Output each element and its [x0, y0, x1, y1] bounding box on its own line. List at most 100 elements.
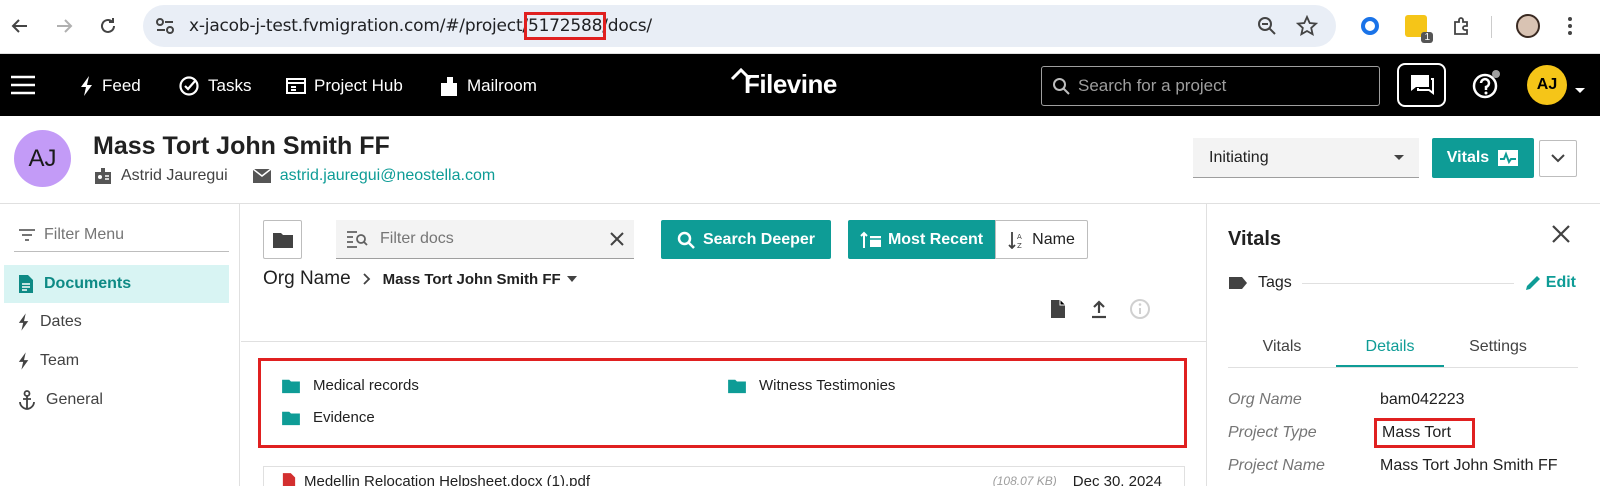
browser-toolbar: x-jacob-j-test.fvmigration.com/#/project… [0, 0, 1600, 54]
sort-most-recent-button[interactable]: Most Recent [848, 220, 995, 259]
filter-icon [19, 228, 35, 241]
address-bar[interactable]: x-jacob-j-test.fvmigration.com/#/project… [143, 5, 1336, 47]
site-settings-icon[interactable] [155, 17, 175, 35]
folder-icon [282, 411, 300, 425]
extension-badge-count: 1 [1421, 32, 1433, 43]
upload-button[interactable] [1086, 296, 1112, 322]
tab-settings[interactable]: Settings [1444, 332, 1552, 367]
project-search-input[interactable]: Search for a project [1041, 66, 1380, 106]
breadcrumb: Org Name Mass Tort John Smith FF [263, 268, 577, 290]
pencil-icon [1525, 276, 1540, 290]
url-text: x-jacob-j-test.fvmigration.com/#/project… [189, 12, 652, 40]
reload-button[interactable] [94, 12, 122, 40]
edit-tags-button[interactable]: Edit [1524, 274, 1576, 292]
new-document-button[interactable] [1045, 296, 1071, 322]
back-button[interactable] [6, 12, 34, 40]
bolt-icon [18, 313, 29, 331]
project-meta: Astrid Jauregui astrid.jauregui@neostell… [93, 166, 495, 186]
project-search-placeholder: Search for a project [1078, 76, 1227, 95]
detail-label: Project Type [1228, 424, 1317, 441]
folder-icon [282, 379, 300, 393]
search-icon [1053, 78, 1070, 95]
filter-search-icon [347, 231, 368, 248]
detail-value[interactable]: Mass Tort John Smith FF [1380, 457, 1558, 475]
tag-icon [1229, 277, 1247, 289]
close-vitals-button[interactable] [1547, 220, 1575, 248]
nav-project-hub[interactable]: Project Hub [286, 74, 403, 98]
chevron-down-icon [1551, 154, 1565, 163]
project-header: AJ Mass Tort John Smith FF Astrid Jaureg… [0, 116, 1600, 204]
folder-medical-records[interactable]: Medical records [281, 377, 419, 394]
sidebar-item-label: Documents [44, 275, 132, 292]
profile-avatar[interactable] [1514, 12, 1542, 40]
filter-menu-input[interactable]: Filter Menu [14, 218, 229, 252]
search-deeper-button[interactable]: Search Deeper [661, 220, 831, 259]
browser-menu-icon[interactable] [1556, 12, 1584, 40]
info-button[interactable] [1127, 296, 1153, 322]
filter-docs-placeholder: Filter docs [380, 230, 454, 247]
forward-button[interactable] [50, 12, 78, 40]
tab-vitals[interactable]: Vitals [1228, 332, 1336, 367]
folder-evidence[interactable]: Evidence [281, 409, 375, 426]
tags-label: Tags [1258, 274, 1292, 291]
vitals-button[interactable]: Vitals [1432, 138, 1534, 178]
svg-text:A: A [1017, 233, 1022, 241]
puzzle-icon[interactable] [1447, 12, 1475, 40]
docs-divider [241, 341, 1206, 342]
user-menu-chevron-icon[interactable] [1574, 82, 1586, 100]
project-email-link[interactable]: astrid.jauregui@neostella.com [280, 167, 495, 185]
detail-value[interactable]: bam042223 [1380, 391, 1465, 409]
sort-name-button[interactable]: AZ Name [995, 220, 1088, 259]
anchor-icon [19, 390, 35, 410]
clear-icon[interactable] [610, 232, 624, 246]
extension-badge-icon[interactable]: 1 [1402, 12, 1433, 43]
sort-name-label: Name [1032, 230, 1075, 248]
document-icon [19, 275, 33, 293]
folder-icon [728, 379, 746, 393]
extension-circle-icon[interactable] [1356, 12, 1384, 40]
filevine-logo[interactable]: Filevine [730, 67, 837, 100]
detail-label: Org Name [1228, 391, 1302, 408]
sidebar-item-documents[interactable]: Documents [4, 265, 229, 303]
tags-divider [1301, 282, 1514, 284]
tab-details[interactable]: Details [1336, 332, 1444, 367]
url-prefix: x-jacob-j-test.fvmigration.com/#/project… [189, 16, 528, 36]
user-avatar[interactable]: AJ [1527, 65, 1567, 105]
chevron-down-icon [1394, 154, 1404, 160]
pulse-icon [1498, 150, 1519, 166]
chat-button[interactable] [1397, 63, 1446, 107]
hub-icon [286, 78, 306, 94]
phase-select-value: Initiating [1209, 148, 1269, 166]
star-icon[interactable] [1296, 15, 1318, 37]
folder-icon [272, 232, 293, 248]
nav-tasks[interactable]: Tasks [178, 74, 251, 98]
bolt-icon [81, 76, 92, 96]
folder-witness-testimonies[interactable]: Witness Testimonies [727, 377, 895, 394]
sidebar-item-dates[interactable]: Dates [4, 303, 229, 341]
zoom-icon[interactable] [1257, 16, 1277, 36]
new-folder-button[interactable] [263, 220, 302, 259]
sidebar-item-team[interactable]: Team [4, 342, 229, 380]
breadcrumb-project[interactable]: Mass Tort John Smith FF [383, 271, 577, 288]
edit-label: Edit [1545, 274, 1576, 291]
nav-mailroom[interactable]: Mailroom [439, 74, 537, 98]
detail-value[interactable]: Mass Tort [1373, 418, 1476, 448]
hamburger-menu-icon[interactable] [11, 75, 35, 100]
detail-label: Project Name [1228, 457, 1325, 474]
sidebar-item-label: General [46, 391, 103, 408]
file-row[interactable]: Medellin Relocation Helpsheet.docx (1).p… [263, 466, 1185, 486]
brand-name: Filevine [744, 69, 837, 99]
breadcrumb-org[interactable]: Org Name [263, 268, 351, 290]
filter-docs-input[interactable]: Filter docs [336, 220, 634, 259]
nav-feed[interactable]: Feed [80, 74, 141, 98]
header-more-button[interactable] [1539, 140, 1577, 177]
nav-tasks-label: Tasks [208, 76, 252, 95]
filter-menu-placeholder: Filter Menu [44, 225, 125, 243]
reload-icon [101, 18, 115, 33]
help-button[interactable] [1470, 69, 1502, 101]
phase-select[interactable]: Initiating [1193, 138, 1419, 178]
nav-mailroom-label: Mailroom [467, 76, 537, 95]
sidebar-item-general[interactable]: General [4, 381, 229, 419]
project-owner[interactable]: Astrid Jauregui [121, 167, 228, 185]
sort-date-icon [860, 231, 881, 248]
